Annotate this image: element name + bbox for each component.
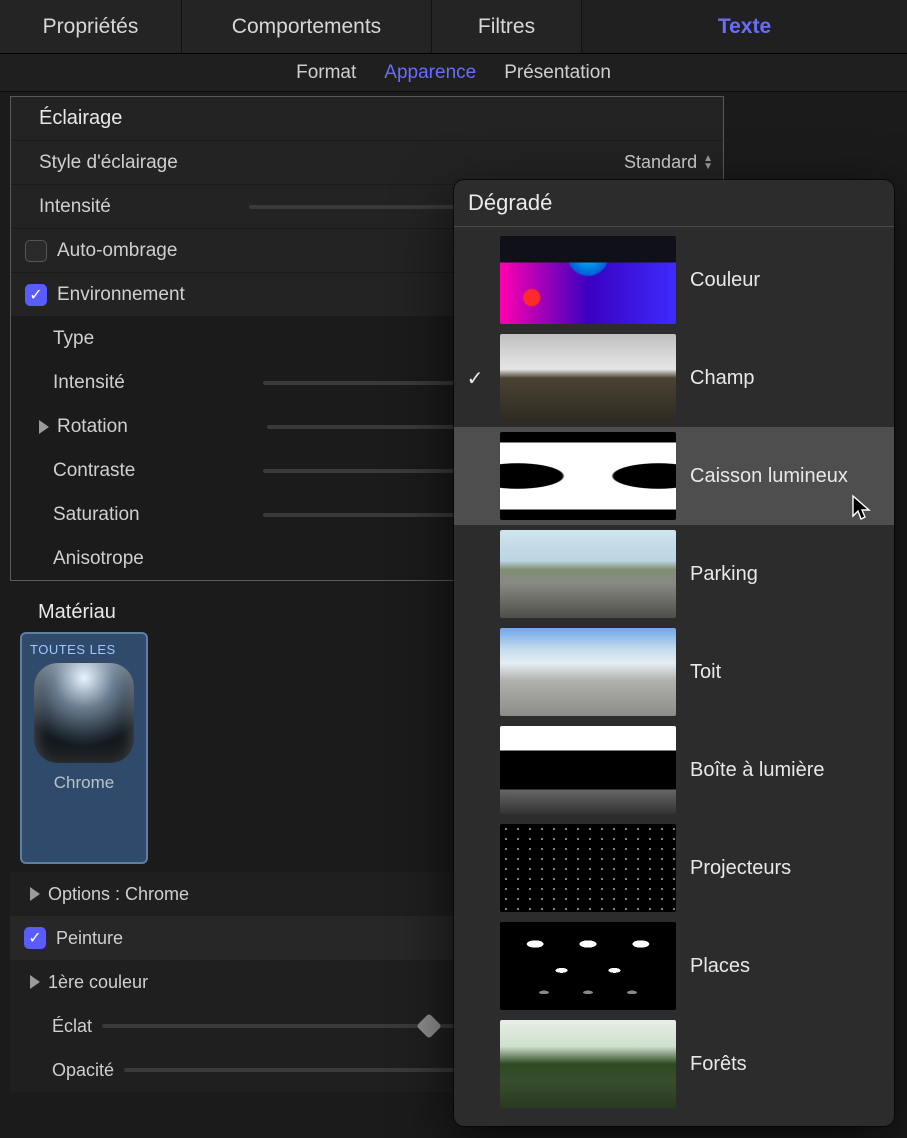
material-card[interactable]: TOUTES LES Chrome — [20, 632, 148, 864]
paint-checkbox[interactable] — [24, 927, 46, 949]
glow-label: Éclat — [52, 1016, 92, 1037]
tab-filters[interactable]: Filtres — [432, 0, 582, 53]
popup-header: Dégradé — [454, 180, 894, 227]
popup-item-label: Parking — [690, 563, 758, 586]
lighting-style-value: Standard — [624, 152, 697, 173]
disclosure-icon[interactable] — [30, 975, 40, 989]
popup-list: Couleur ✓ Champ Caisson lumineux Parking Toit… — [454, 227, 894, 1117]
env-intensity-label: Intensité — [53, 372, 263, 394]
popup-item-label: Toit — [690, 661, 721, 684]
auto-shadow-label: Auto-ombrage — [57, 240, 267, 262]
popup-item[interactable]: Forêts — [454, 1015, 894, 1113]
subtab-layout[interactable]: Présentation — [504, 62, 611, 84]
tab-properties[interactable]: Propriétés — [0, 0, 182, 53]
environment-thumbnail — [500, 922, 676, 1010]
text-subtabs: Format Apparence Présentation — [0, 54, 907, 92]
popup-item[interactable]: Parking — [454, 525, 894, 623]
popup-item-label: Caisson lumineux — [690, 465, 848, 488]
disclosure-icon[interactable] — [39, 420, 49, 434]
slider-thumb-icon[interactable] — [416, 1013, 441, 1038]
disclosure-icon[interactable] — [30, 887, 40, 901]
environment-label: Environnement — [57, 284, 267, 306]
environment-checkbox[interactable] — [25, 284, 47, 306]
popup-item-label: Places — [690, 955, 750, 978]
lighting-style-select[interactable]: Standard ▲▼ — [624, 152, 713, 173]
checkmark-icon: ✓ — [464, 366, 486, 391]
lighting-intensity-label: Intensité — [39, 196, 249, 218]
popup-item[interactable]: Caisson lumineux — [454, 427, 894, 525]
material-card-head: TOUTES LES — [30, 642, 116, 657]
popup-item[interactable]: Boîte à lumière — [454, 721, 894, 819]
environment-thumbnail — [500, 432, 676, 520]
tab-text[interactable]: Texte — [582, 0, 907, 53]
environment-thumbnail — [500, 628, 676, 716]
contrast-label: Contraste — [53, 460, 263, 482]
inspector-tabs: Propriétés Comportements Filtres Texte — [0, 0, 907, 54]
popup-item[interactable]: Projecteurs — [454, 819, 894, 917]
popup-item-label: Projecteurs — [690, 857, 791, 880]
rotation-label: Rotation — [57, 416, 267, 438]
section-lighting: Éclairage — [11, 97, 723, 140]
subtab-appearance[interactable]: Apparence — [384, 62, 476, 84]
tab-behaviors[interactable]: Comportements — [182, 0, 432, 53]
popup-item[interactable]: Places — [454, 917, 894, 1015]
row-lighting-style: Style d'éclairage Standard ▲▼ — [11, 140, 723, 184]
popup-item-label: Couleur — [690, 269, 760, 292]
lighting-style-label: Style d'éclairage — [39, 152, 249, 174]
environment-thumbnail — [500, 530, 676, 618]
popup-item[interactable]: ✓ Champ — [454, 329, 894, 427]
opacity-label: Opacité — [52, 1060, 114, 1081]
environment-thumbnail — [500, 236, 676, 324]
popup-item[interactable]: Toit — [454, 623, 894, 721]
subtab-format[interactable]: Format — [296, 62, 356, 84]
updown-icon: ▲▼ — [703, 155, 713, 171]
saturation-label: Saturation — [53, 504, 263, 526]
environment-thumbnail — [500, 334, 676, 422]
environment-thumbnail — [500, 1020, 676, 1108]
anisotropic-label: Anisotrope — [53, 548, 263, 570]
env-type-label: Type — [53, 328, 263, 350]
popup-item-label: Champ — [690, 367, 754, 390]
popup-item[interactable]: Couleur — [454, 231, 894, 329]
environment-thumbnail — [500, 824, 676, 912]
auto-shadow-checkbox[interactable] — [25, 240, 47, 262]
material-card-label: Chrome — [54, 773, 114, 793]
material-preview-icon — [34, 663, 134, 763]
popup-item-label: Forêts — [690, 1053, 747, 1076]
environment-thumbnail — [500, 726, 676, 814]
popup-item-label: Boîte à lumière — [690, 759, 825, 782]
environment-type-popup: Dégradé Couleur ✓ Champ Caisson lumineux Par… — [454, 180, 894, 1126]
